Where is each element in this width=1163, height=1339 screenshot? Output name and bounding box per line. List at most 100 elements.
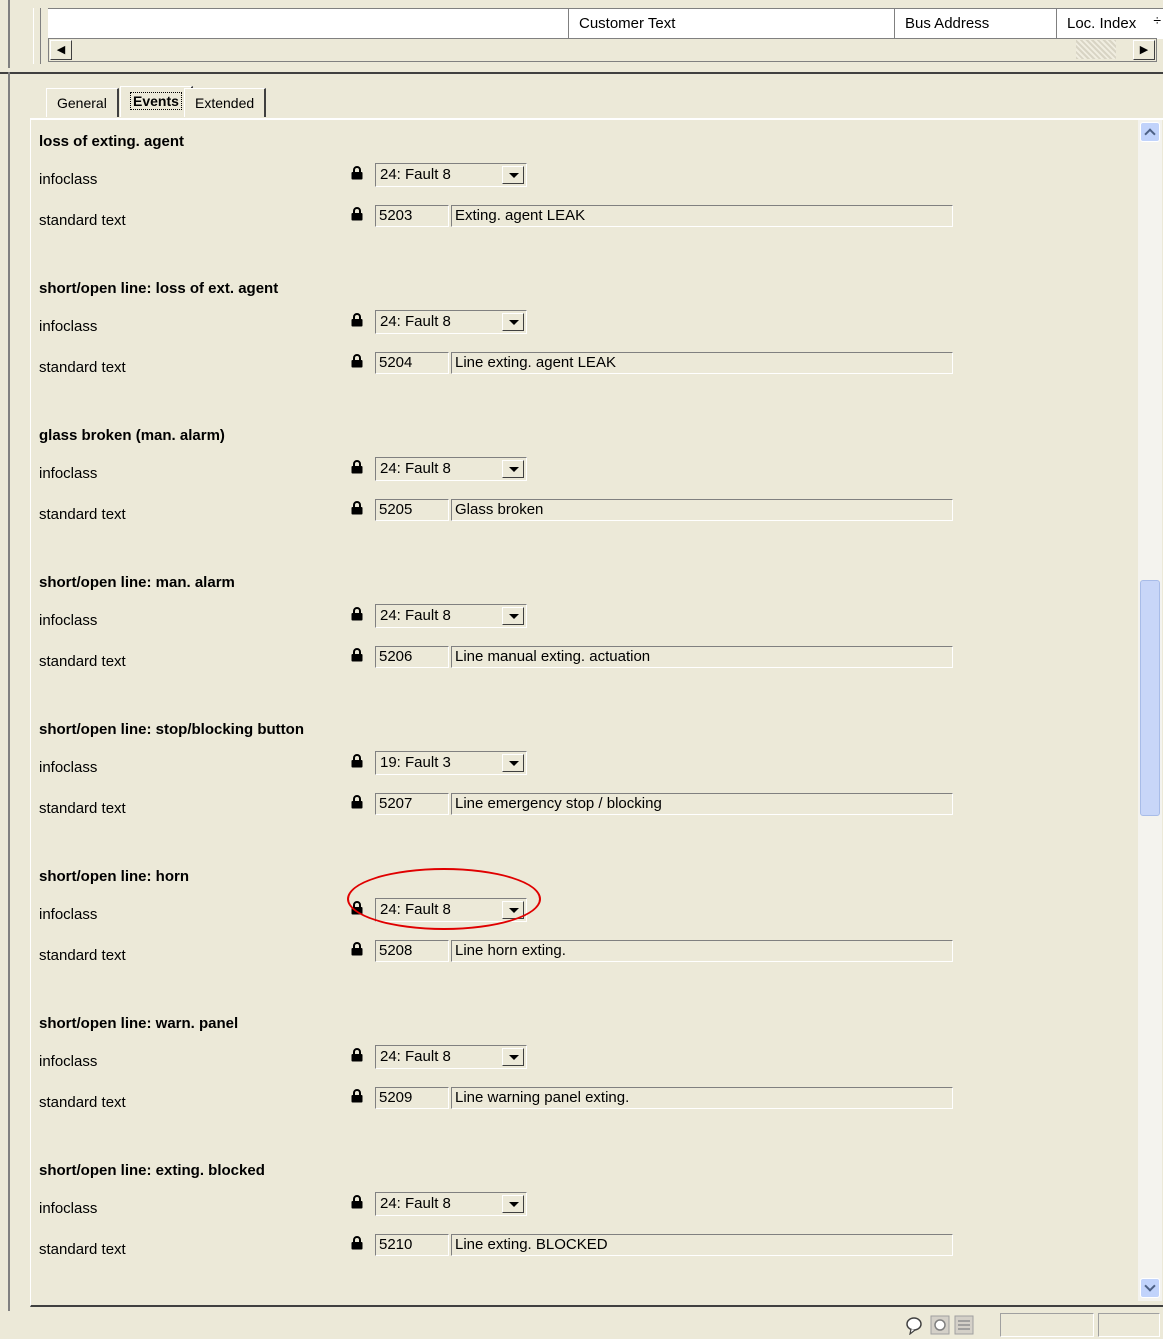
section-title: short/open line: warn. panel bbox=[39, 1015, 239, 1032]
circle-icon[interactable] bbox=[930, 1315, 950, 1335]
chevron-down-icon[interactable] bbox=[502, 754, 524, 772]
lock-icon bbox=[351, 354, 363, 368]
infoclass-select[interactable]: 24: Fault 8 bbox=[375, 604, 527, 628]
column-resize-icon[interactable]: ÷ bbox=[1153, 12, 1161, 28]
section-title: glass broken (man. alarm) bbox=[39, 427, 225, 444]
infoclass-select[interactable]: 19: Fault 3 bbox=[375, 751, 527, 775]
lock-icon bbox=[351, 1048, 363, 1062]
column-header-bus-address[interactable]: Bus Address bbox=[894, 9, 1055, 39]
standard-text-code-field[interactable]: 5208 bbox=[375, 940, 449, 962]
infoclass-label: infoclass bbox=[39, 318, 98, 335]
lock-icon bbox=[351, 795, 363, 809]
infoclass-value: 24: Fault 8 bbox=[380, 313, 451, 330]
standard-text-field[interactable]: Line horn exting. bbox=[451, 940, 953, 962]
tab-extended[interactable]: Extended bbox=[184, 88, 267, 117]
standard-text-label: standard text bbox=[39, 947, 126, 964]
infoclass-select[interactable]: 24: Fault 8 bbox=[375, 163, 527, 187]
infoclass-value: 19: Fault 3 bbox=[380, 754, 451, 771]
section-title: short/open line: man. alarm bbox=[39, 574, 235, 591]
infoclass-select[interactable]: 24: Fault 8 bbox=[375, 1192, 527, 1216]
infoclass-select[interactable]: 24: Fault 8 bbox=[375, 1045, 527, 1069]
chevron-down-icon[interactable] bbox=[502, 166, 524, 184]
standard-text-label: standard text bbox=[39, 212, 126, 229]
infoclass-label: infoclass bbox=[39, 465, 98, 482]
standard-text-code-field[interactable]: 5210 bbox=[375, 1234, 449, 1256]
comment-icon[interactable] bbox=[904, 1315, 924, 1335]
standard-text-field[interactable]: Line exting. BLOCKED bbox=[451, 1234, 953, 1256]
standard-text-code-field[interactable]: 5207 bbox=[375, 793, 449, 815]
splitter-handle[interactable] bbox=[33, 8, 41, 64]
section-title: short/open line: exting. blocked bbox=[39, 1162, 265, 1179]
standard-text-field[interactable]: Line warning panel exting. bbox=[451, 1087, 953, 1109]
chevron-down-icon[interactable] bbox=[502, 607, 524, 625]
tab-general[interactable]: General bbox=[46, 88, 119, 117]
infoclass-label: infoclass bbox=[39, 906, 98, 923]
infoclass-value: 24: Fault 8 bbox=[380, 607, 451, 624]
infoclass-label: infoclass bbox=[39, 759, 98, 776]
column-header-loc-index[interactable]: Loc. Index bbox=[1056, 9, 1137, 39]
horizontal-scrollbar[interactable]: ◀ ▶ bbox=[48, 38, 1157, 62]
scroll-right-icon[interactable]: ▶ bbox=[1133, 40, 1155, 60]
lock-icon bbox=[351, 166, 363, 180]
status-pane bbox=[1098, 1313, 1160, 1337]
scroll-down-icon[interactable] bbox=[1140, 1278, 1160, 1298]
standard-text-code-field[interactable]: 5204 bbox=[375, 352, 449, 374]
standard-text-code-field[interactable]: 5206 bbox=[375, 646, 449, 668]
grid-icon[interactable] bbox=[954, 1315, 974, 1335]
events-content: loss of exting. agent infoclass 24: Fault … bbox=[30, 118, 1163, 1307]
tab-extended-label: Extended bbox=[195, 95, 255, 111]
scroll-thumb[interactable] bbox=[1140, 580, 1160, 816]
infoclass-select[interactable]: 24: Fault 8 bbox=[375, 898, 527, 922]
chevron-down-icon[interactable] bbox=[502, 313, 524, 331]
chevron-down-icon[interactable] bbox=[502, 901, 524, 919]
standard-text-label: standard text bbox=[39, 1094, 126, 1111]
properties-panel: General Events Extended loss of exting. … bbox=[0, 72, 1163, 1311]
infoclass-select[interactable]: 24: Fault 8 bbox=[375, 457, 527, 481]
chevron-down-icon[interactable] bbox=[502, 1195, 524, 1213]
column-header-customer-text[interactable]: Customer Text bbox=[568, 9, 889, 39]
standard-text-code-field[interactable]: 5209 bbox=[375, 1087, 449, 1109]
infoclass-value: 24: Fault 8 bbox=[380, 901, 451, 918]
standard-text-code-field[interactable]: 5205 bbox=[375, 499, 449, 521]
scroll-left-icon[interactable]: ◀ bbox=[50, 40, 72, 60]
lock-icon bbox=[351, 1236, 363, 1250]
lock-icon bbox=[351, 1089, 363, 1103]
standard-text-field[interactable]: Line manual exting. actuation bbox=[451, 646, 953, 668]
lock-icon bbox=[351, 313, 363, 327]
infoclass-label: infoclass bbox=[39, 1053, 98, 1070]
infoclass-label: infoclass bbox=[39, 612, 98, 629]
standard-text-field[interactable]: Exting. agent LEAK bbox=[451, 205, 953, 227]
scroll-track[interactable] bbox=[1076, 40, 1116, 59]
scroll-up-icon[interactable] bbox=[1140, 122, 1160, 142]
infoclass-select[interactable]: 24: Fault 8 bbox=[375, 310, 527, 334]
lock-icon bbox=[351, 942, 363, 956]
left-border bbox=[8, 0, 10, 68]
tab-events-label: Events bbox=[130, 92, 182, 110]
tab-general-label: General bbox=[57, 95, 107, 111]
standard-text-label: standard text bbox=[39, 653, 126, 670]
column-header-grid: Customer Text Bus Address Loc. Index ÷ ◀… bbox=[0, 0, 1163, 74]
status-pane bbox=[1000, 1313, 1094, 1337]
column-header-blank bbox=[48, 9, 568, 39]
infoclass-value: 24: Fault 8 bbox=[380, 166, 451, 183]
standard-text-field[interactable]: Line exting. agent LEAK bbox=[451, 352, 953, 374]
vertical-scrollbar[interactable] bbox=[1138, 120, 1162, 1301]
standard-text-field[interactable]: Line emergency stop / blocking bbox=[451, 793, 953, 815]
infoclass-value: 24: Fault 8 bbox=[380, 460, 451, 477]
chevron-down-icon[interactable] bbox=[502, 1048, 524, 1066]
section-title: short/open line: loss of ext. agent bbox=[39, 280, 279, 297]
lock-icon bbox=[351, 754, 363, 768]
standard-text-label: standard text bbox=[39, 800, 126, 817]
lock-icon bbox=[351, 1195, 363, 1209]
standard-text-label: standard text bbox=[39, 506, 126, 523]
lock-icon bbox=[351, 207, 363, 221]
tab-events[interactable]: Events bbox=[120, 86, 193, 117]
standard-text-label: standard text bbox=[39, 359, 126, 376]
left-border bbox=[8, 72, 10, 1311]
infoclass-value: 24: Fault 8 bbox=[380, 1195, 451, 1212]
standard-text-code-field[interactable]: 5203 bbox=[375, 205, 449, 227]
standard-text-field[interactable]: Glass broken bbox=[451, 499, 953, 521]
lock-icon bbox=[351, 901, 363, 915]
chevron-down-icon[interactable] bbox=[502, 460, 524, 478]
status-bar bbox=[0, 1311, 1163, 1339]
